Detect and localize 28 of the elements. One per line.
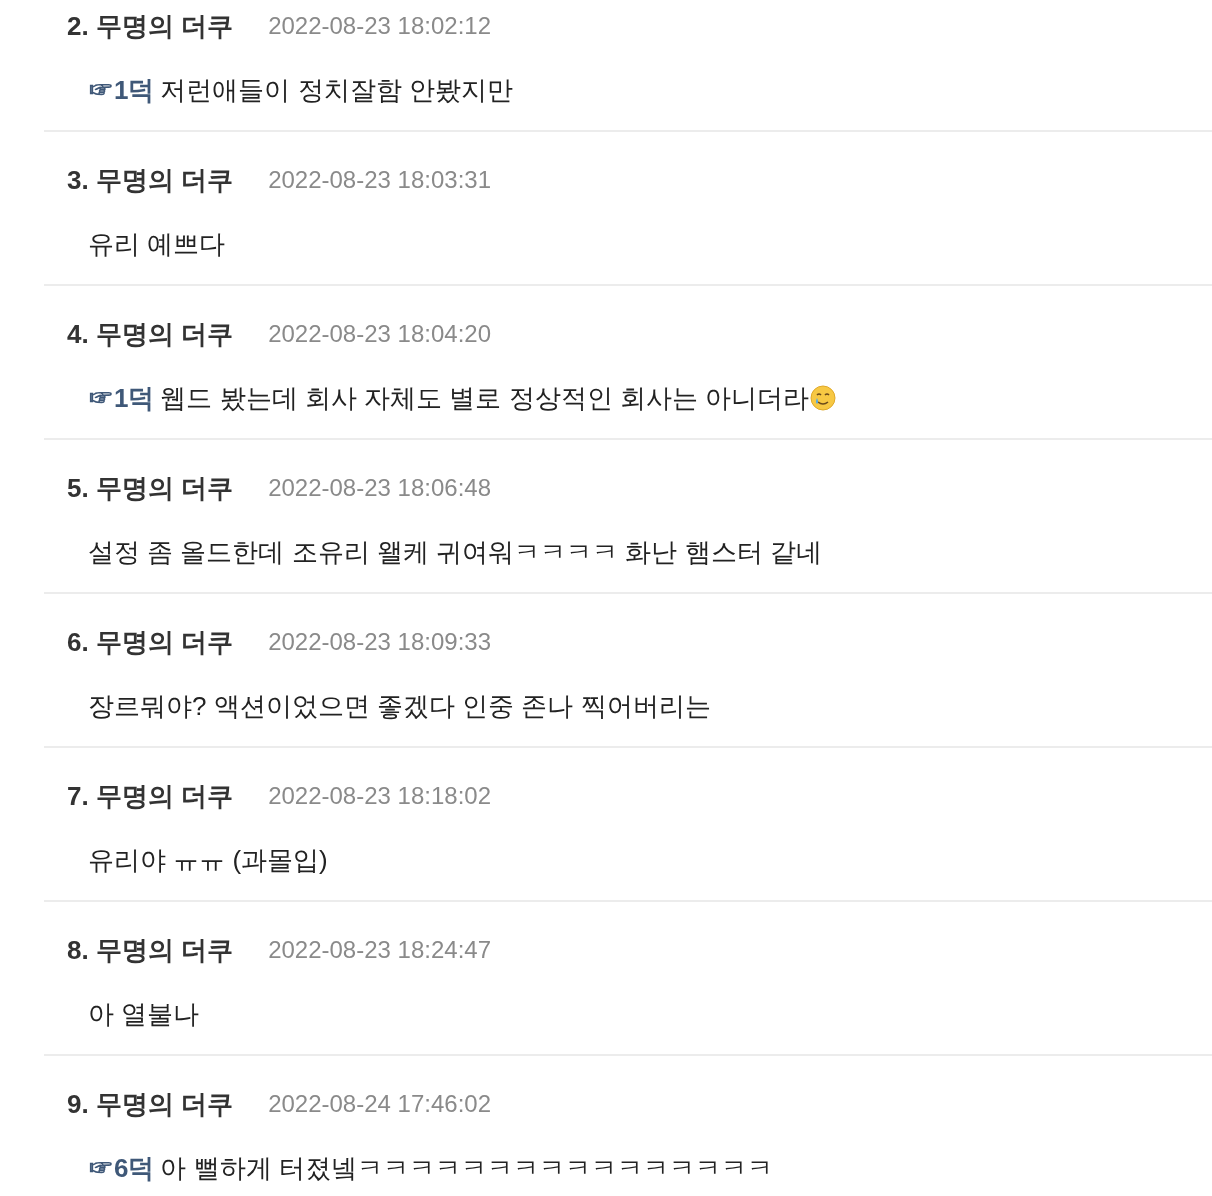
comment-text: ☞6덕 아 뻘하게 터졌넼ㅋㅋㅋㅋㅋㅋㅋㅋㅋㅋㅋㅋㅋㅋㅋㅋ [88,1152,773,1185]
comment-text: 유리 예쁘다 [88,228,226,261]
comment-time: 2022-08-24 17:46:02 [268,1090,491,1118]
comment-text: 설정 좀 올드한데 조유리 왤케 귀여워ㅋㅋㅋㅋ 화난 햄스터 같네 [88,536,822,569]
reply-link[interactable]: ☞1덕 [88,383,155,413]
comment-text: 장르뭐야? 액션이었으면 좋겠다 인중 존나 찍어버리는 [88,690,711,723]
reply-link[interactable]: ☞6덕 [88,1153,155,1183]
comment-author: 9. 무명의 더쿠 [67,1087,234,1121]
reply-link[interactable]: ☞1덕 [88,75,155,105]
comment-author: 3. 무명의 더쿠 [67,163,234,197]
comment-time: 2022-08-23 18:03:31 [268,166,491,194]
comment-author: 4. 무명의 더쿠 [67,317,234,351]
comment-author: 5. 무명의 더쿠 [67,471,234,505]
comment-author: 2. 무명의 더쿠 [67,9,234,43]
comment-author: 8. 무명의 더쿠 [67,933,234,967]
comment-time: 2022-08-23 18:06:48 [268,474,491,502]
comment-time: 2022-08-23 18:02:12 [268,12,491,40]
comment-text: 유리야 ㅠㅠ (과몰입) [88,844,328,877]
comment-time: 2022-08-23 18:18:02 [268,782,491,810]
comment-time: 2022-08-23 18:24:47 [268,936,491,964]
comment-author: 7. 무명의 더쿠 [67,779,234,813]
comment-time: 2022-08-23 18:04:20 [268,320,491,348]
smiling-tear-icon [809,384,838,412]
comment-text: ☞1덕 저런애들이 정치잘함 안봤지만 [88,74,513,107]
comment-text: 아 열불나 [88,998,200,1031]
comment-time: 2022-08-23 18:09:33 [268,628,491,656]
comment-author: 6. 무명의 더쿠 [67,625,234,659]
comment-text: ☞1덕 웹드 봤는데 회사 자체도 별로 정상적인 회사는 아니더라 [88,382,810,415]
